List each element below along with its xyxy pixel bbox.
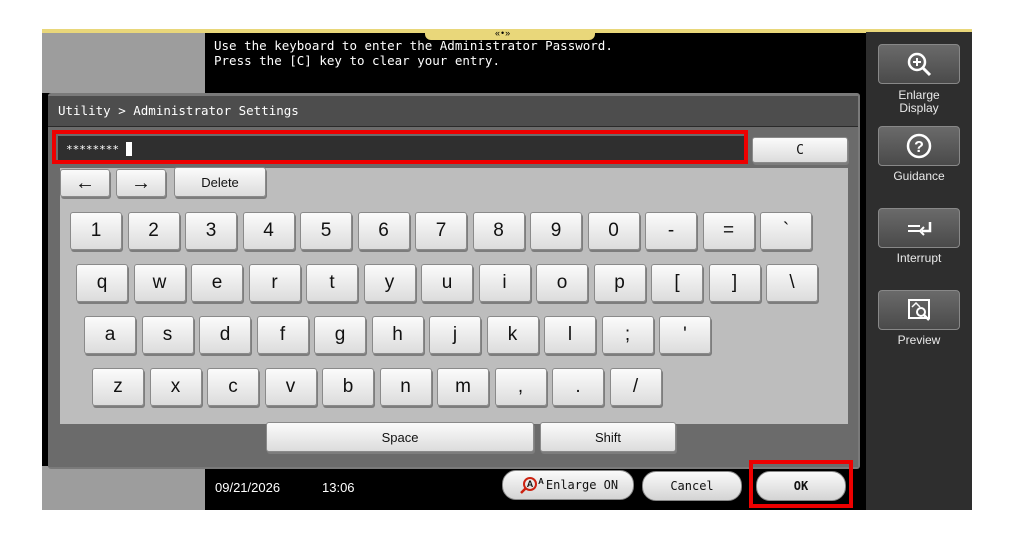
key-button[interactable]: m	[437, 368, 489, 406]
key-button[interactable]: o	[536, 264, 588, 302]
key-button[interactable]: l	[544, 316, 596, 354]
interrupt-button[interactable]	[878, 208, 960, 248]
key-button[interactable]: .	[552, 368, 604, 406]
key-button[interactable]: 7	[415, 212, 467, 250]
key-button[interactable]: 9	[530, 212, 582, 250]
key-button[interactable]: t	[306, 264, 358, 302]
shift-key[interactable]: Shift	[540, 422, 676, 452]
key-button[interactable]: r	[248, 264, 301, 302]
enlarge-display-button[interactable]	[878, 44, 960, 84]
key-button[interactable]: f	[256, 316, 309, 354]
cancel-button[interactable]: Cancel	[642, 471, 742, 501]
key-button[interactable]: n	[379, 368, 432, 406]
delete-button[interactable]: Delete	[174, 167, 266, 197]
key-button[interactable]: ,	[494, 368, 547, 406]
key-button[interactable]: 0	[587, 212, 640, 250]
key-button[interactable]: 8	[472, 212, 525, 250]
key-button[interactable]: x	[149, 368, 202, 406]
key-button[interactable]: \	[766, 264, 818, 302]
preview-label: Preview	[897, 333, 941, 347]
question-icon: ?	[906, 133, 932, 159]
key-button[interactable]: '	[659, 316, 711, 354]
svg-text:A: A	[538, 477, 544, 486]
key-button[interactable]: z	[92, 368, 144, 406]
key-button[interactable]: g	[314, 316, 366, 354]
key-button[interactable]: s	[141, 316, 194, 354]
enlarge-display-label: Enlarge Display	[898, 88, 940, 115]
key-button[interactable]: e	[191, 264, 243, 302]
key-button[interactable]: [	[651, 264, 703, 302]
enlarge-on-label: Enlarge ON	[545, 478, 619, 492]
magnifier-plus-icon	[907, 52, 932, 77]
interrupt-icon	[908, 222, 932, 236]
cursor-right-button[interactable]: →	[116, 169, 166, 197]
key-button[interactable]: p	[593, 264, 646, 302]
preview-icon	[908, 299, 930, 321]
key-button[interactable]: /	[609, 368, 662, 406]
key-button[interactable]: d	[199, 316, 251, 354]
left-status-area	[42, 33, 205, 93]
key-button[interactable]: 2	[127, 212, 180, 250]
guidance-button[interactable]: ?	[878, 126, 960, 166]
instruction-line-2: Press the [C] key to clear your entry.	[214, 53, 500, 68]
breadcrumb: Utility > Administrator Settings	[58, 103, 299, 118]
key-button[interactable]: i	[478, 264, 531, 302]
key-button[interactable]: 1	[70, 212, 122, 250]
key-button[interactable]: -	[645, 212, 697, 250]
key-button[interactable]: u	[421, 264, 473, 302]
key-button[interactable]: 4	[242, 212, 295, 250]
time-display: 13:06	[322, 480, 355, 495]
key-button[interactable]: ;	[601, 316, 654, 354]
key-button[interactable]: w	[133, 264, 186, 302]
instruction-message: Use the keyboard to enter the Administra…	[214, 38, 613, 68]
date-display: 09/21/2026	[215, 480, 281, 495]
magnifier-a-icon: A A	[519, 477, 544, 494]
key-button[interactable]: `	[760, 212, 812, 250]
key-button[interactable]: 5	[300, 212, 352, 250]
key-button[interactable]: k	[486, 316, 539, 354]
key-button[interactable]: 6	[357, 212, 410, 250]
tab-dots-icon: «•»	[495, 28, 512, 38]
key-button[interactable]: ]	[708, 264, 761, 302]
password-input-highlight	[52, 130, 748, 164]
left-bottom-area	[42, 466, 205, 510]
interrupt-label: Interrupt	[896, 251, 942, 265]
guidance-label: Guidance	[893, 169, 945, 183]
space-key[interactable]: Space	[266, 422, 534, 452]
enlarge-on-button[interactable]: A A Enlarge ON	[502, 470, 634, 500]
instruction-line-1: Use the keyboard to enter the Administra…	[214, 38, 613, 53]
clear-button[interactable]: C	[752, 137, 848, 163]
key-button[interactable]: y	[363, 264, 416, 302]
key-button[interactable]: 3	[185, 212, 237, 250]
preview-button[interactable]	[878, 290, 960, 330]
key-button[interactable]: c	[207, 368, 259, 406]
key-button[interactable]: a	[84, 316, 136, 354]
key-button[interactable]: =	[702, 212, 755, 250]
svg-text:?: ?	[914, 139, 924, 156]
key-button[interactable]: b	[322, 368, 374, 406]
key-button[interactable]: j	[429, 316, 481, 354]
ok-button-highlight	[749, 460, 853, 508]
key-button[interactable]: v	[264, 368, 317, 406]
key-button[interactable]: h	[371, 316, 424, 354]
svg-text:A: A	[527, 479, 534, 489]
cursor-left-button[interactable]: ←	[60, 169, 110, 197]
key-button[interactable]: q	[76, 264, 128, 302]
